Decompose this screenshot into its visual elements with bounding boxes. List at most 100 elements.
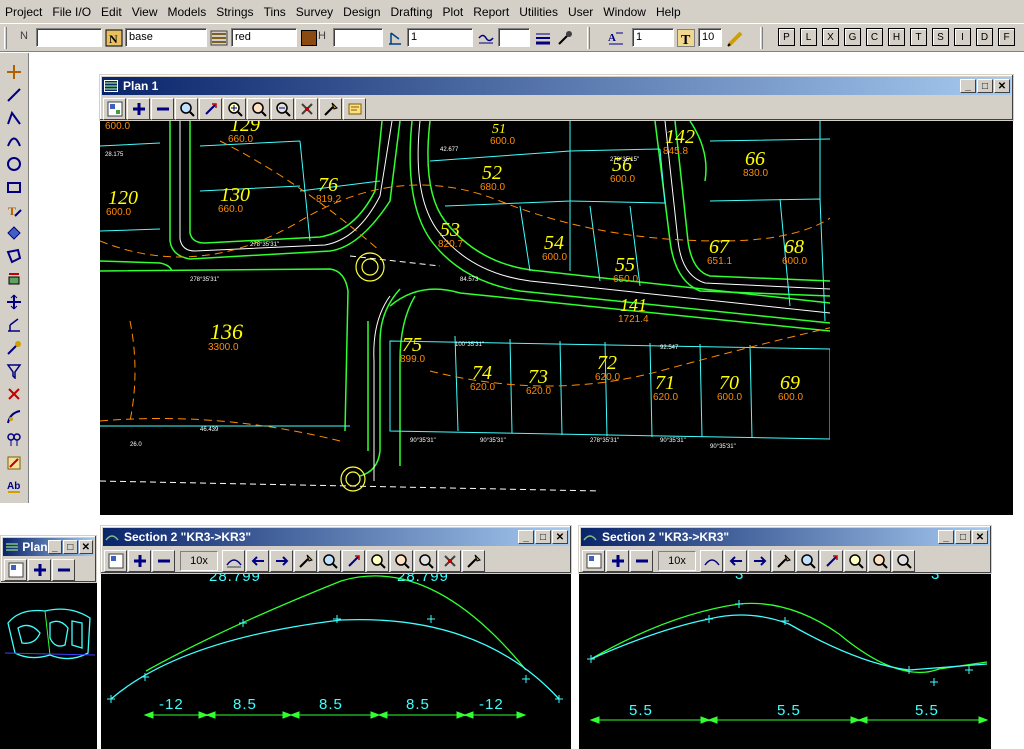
text-tool-icon[interactable]: T <box>3 199 25 220</box>
close-button[interactable]: ✕ <box>552 530 568 544</box>
maximize-button[interactable]: □ <box>535 530 551 544</box>
circle-tool-icon[interactable] <box>3 153 25 174</box>
menu-window[interactable]: Window <box>598 5 651 19</box>
menu-help[interactable]: Help <box>651 5 686 19</box>
pan-icon[interactable] <box>438 550 461 572</box>
section-right-titlebar[interactable]: Section 2 "KR3->KR3" _ □ ✕ <box>581 528 989 546</box>
colour-swatch[interactable] <box>299 28 318 47</box>
zoom-previous-icon[interactable] <box>247 98 270 120</box>
name-field[interactable] <box>36 28 102 47</box>
delete-tool-icon[interactable] <box>3 383 25 404</box>
snap-tool-icon[interactable] <box>3 406 25 427</box>
model-picker-icon[interactable] <box>209 28 228 47</box>
text-height-icon[interactable]: T <box>676 28 695 47</box>
pencil-icon[interactable] <box>725 28 744 47</box>
zoom-extent-icon[interactable] <box>844 550 867 572</box>
section-profile-icon[interactable] <box>222 550 245 572</box>
zoom-in-icon[interactable] <box>127 98 150 120</box>
pick-icon[interactable] <box>319 98 342 120</box>
section-profile-icon[interactable] <box>700 550 723 572</box>
previous-section-icon[interactable] <box>724 550 747 572</box>
edit-tool-icon[interactable] <box>3 452 25 473</box>
lock-c-button[interactable]: C <box>866 28 883 46</box>
name-picker-icon[interactable]: N <box>104 28 123 47</box>
symbol-tool-icon[interactable] <box>3 222 25 243</box>
toolbar-grip[interactable] <box>760 27 763 49</box>
vertical-exaggeration-field[interactable]: 10x <box>180 551 218 571</box>
annotate-tool-icon[interactable]: Ab <box>3 475 25 496</box>
lock-t-button[interactable]: T <box>910 28 927 46</box>
zoom-out-icon[interactable] <box>151 98 174 120</box>
zoom-out-icon[interactable] <box>152 550 175 572</box>
previous-section-icon[interactable] <box>246 550 269 572</box>
rectangle-tool-icon[interactable] <box>3 176 25 197</box>
plan-canvas[interactable]: 51 600.0 120 600.0 129 660.0 130 660.0 76 819.2 52… <box>100 121 1013 515</box>
measure-icon[interactable] <box>462 550 485 572</box>
lock-d-button[interactable]: D <box>976 28 993 46</box>
menu-drafting[interactable]: Drafting <box>386 5 438 19</box>
close-button[interactable]: ✕ <box>972 530 988 544</box>
minimize-button[interactable]: _ <box>960 79 976 93</box>
maximize-button[interactable]: □ <box>977 79 993 93</box>
small-plan-canvas[interactable] <box>0 583 97 749</box>
close-button[interactable]: ✕ <box>78 540 93 554</box>
lock-g-button[interactable]: G <box>844 28 861 46</box>
section-left-canvas[interactable]: 28.799 28.799 -12 8.5 8.5 8.5 -12 <box>101 574 571 749</box>
vertical-exaggeration-field[interactable]: 10x <box>658 551 696 571</box>
plot-fit-icon[interactable] <box>104 550 127 572</box>
minimize-button[interactable]: _ <box>47 540 63 554</box>
maximize-button[interactable]: □ <box>63 540 78 554</box>
inquire-tool-icon[interactable] <box>3 337 25 358</box>
text-size-field[interactable]: 1 <box>632 28 674 47</box>
model-field[interactable]: base <box>125 28 207 47</box>
lock-i-button[interactable]: I <box>954 28 971 46</box>
menu-utilities[interactable]: Utilities <box>514 5 563 19</box>
menu-file-io[interactable]: File I/O <box>47 5 96 19</box>
zoom-scale-icon[interactable] <box>414 550 437 572</box>
zoom-previous-icon[interactable] <box>868 550 891 572</box>
menu-strings[interactable]: Strings <box>211 5 258 19</box>
chainage-picker-icon[interactable] <box>385 28 404 47</box>
zoom-fit-icon[interactable] <box>820 550 843 572</box>
menu-tins[interactable]: Tins <box>259 5 291 19</box>
lock-h-button[interactable]: H <box>888 28 905 46</box>
zoom-scale-icon[interactable] <box>892 550 915 572</box>
line-style-icon[interactable] <box>533 28 552 47</box>
weight-field[interactable]: 1 <box>407 28 473 47</box>
menu-user[interactable]: User <box>563 5 598 19</box>
measure-tool-icon[interactable] <box>3 314 25 335</box>
lock-p-button[interactable]: P <box>778 28 795 46</box>
line-tool-icon[interactable] <box>3 84 25 105</box>
link-tool-icon[interactable] <box>3 429 25 450</box>
zoom-previous-icon[interactable] <box>390 550 413 572</box>
menu-edit[interactable]: Edit <box>96 5 127 19</box>
filter-tool-icon[interactable] <box>3 360 25 381</box>
small-plan-titlebar[interactable]: Plan _ □ ✕ <box>3 538 94 556</box>
section-right-canvas[interactable]: 3 3 5.5 5.5 5.5 <box>579 574 991 749</box>
zoom-window-icon[interactable] <box>175 98 198 120</box>
close-button[interactable]: ✕ <box>994 79 1010 93</box>
zoom-in-icon[interactable] <box>128 550 151 572</box>
plan-window-titlebar[interactable]: Plan 1 _ □ ✕ <box>102 77 1011 95</box>
pan-icon[interactable] <box>295 98 318 120</box>
toolbar-grip[interactable] <box>587 27 590 49</box>
lock-x-button[interactable]: X <box>822 28 839 46</box>
zoom-fit-icon[interactable] <box>342 550 365 572</box>
pan-tool-icon[interactable] <box>3 291 25 312</box>
plot-fit-icon[interactable] <box>103 98 126 120</box>
maximize-button[interactable]: □ <box>955 530 971 544</box>
zoom-window-icon[interactable] <box>318 550 341 572</box>
line-weight-icon[interactable] <box>476 28 495 47</box>
zoom-out-icon[interactable] <box>630 550 653 572</box>
line-style-field[interactable] <box>498 28 530 47</box>
minimize-button[interactable]: _ <box>518 530 534 544</box>
pick-icon[interactable] <box>294 550 317 572</box>
polyline-tool-icon[interactable] <box>3 107 25 128</box>
chainage-field[interactable] <box>333 28 383 47</box>
menu-design[interactable]: Design <box>338 5 385 19</box>
lock-l-button[interactable]: L <box>800 28 817 46</box>
text-style-icon[interactable]: A <box>606 28 625 47</box>
menu-survey[interactable]: Survey <box>291 5 338 19</box>
menu-project[interactable]: Project <box>0 5 47 19</box>
next-section-icon[interactable] <box>270 550 293 572</box>
